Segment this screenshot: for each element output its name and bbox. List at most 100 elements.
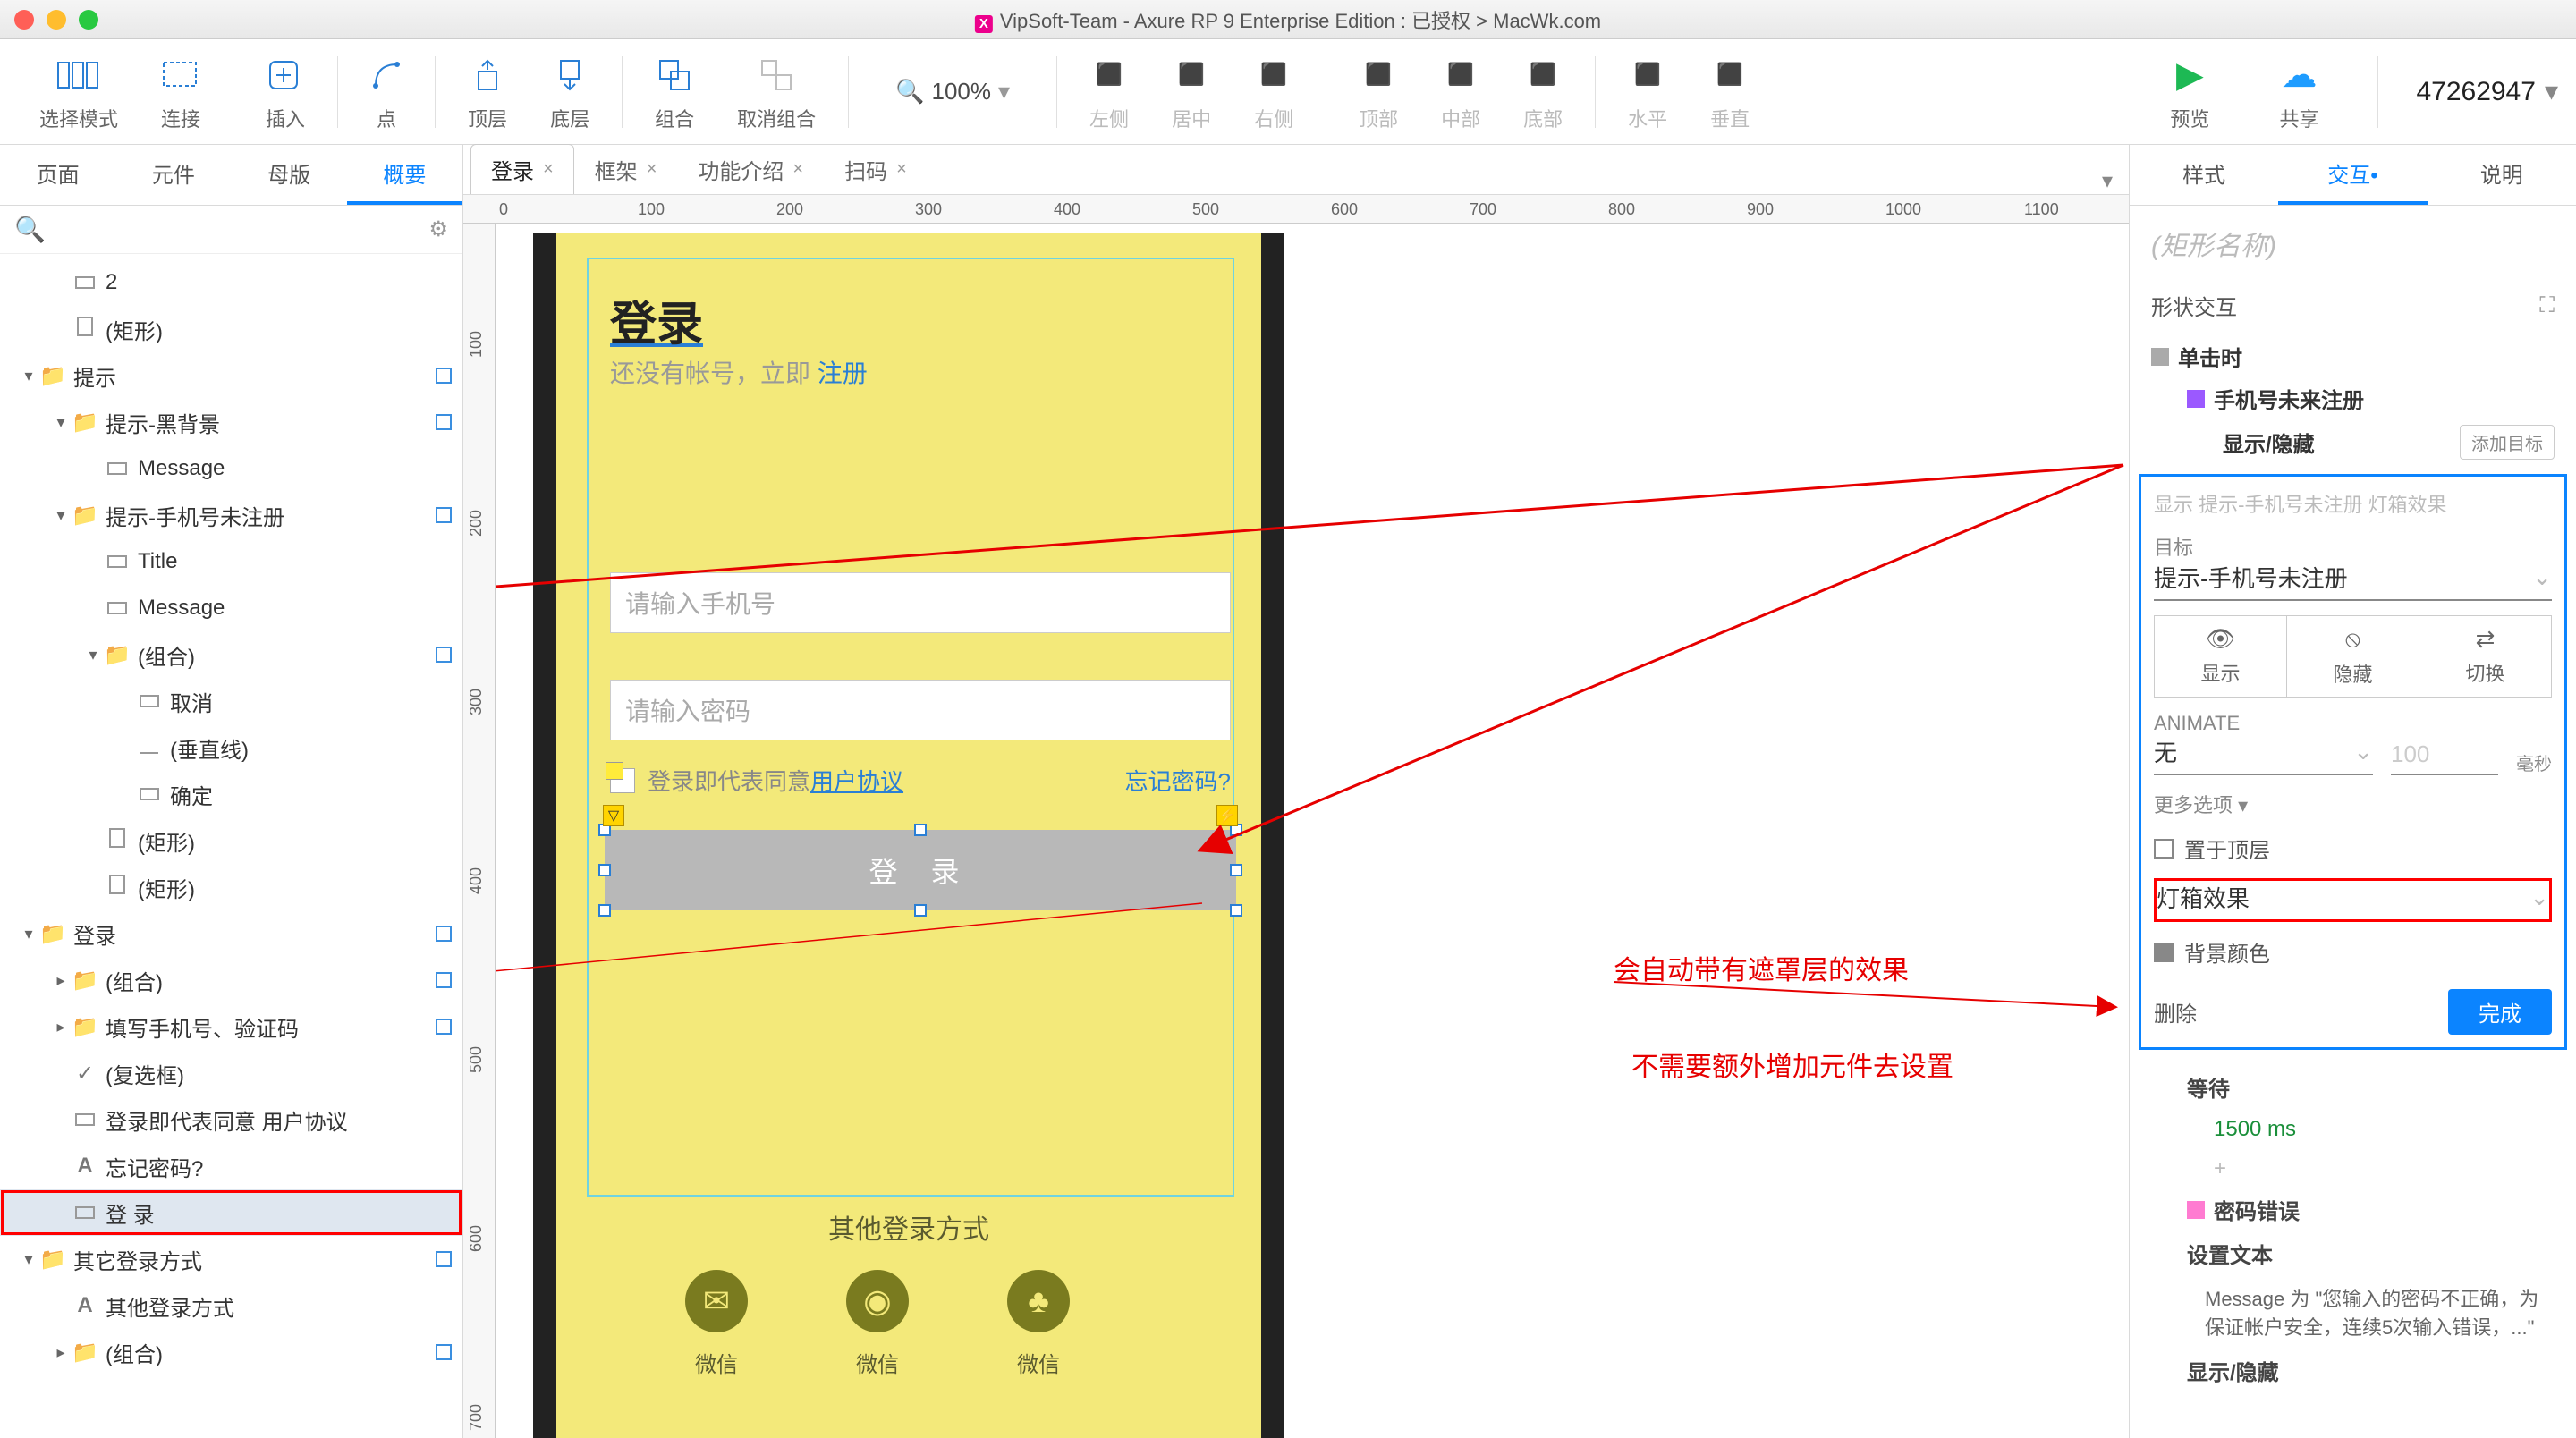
done-button[interactable]: 完成 (2448, 989, 2552, 1035)
close-tab-icon[interactable]: × (543, 159, 554, 180)
outline-node[interactable]: 2 (0, 259, 462, 306)
outline-node[interactable]: ▸📁填写手机号、验证码 (0, 1003, 462, 1050)
doc-tab[interactable]: 登录× (470, 144, 574, 194)
right-panel: 样式 交互• 说明 (矩形名称) 形状交互⛶ 单击时 手机号未来注册 显示/隐藏… (2129, 145, 2576, 1438)
outline-node[interactable]: ▾📁提示-黑背景 (0, 399, 462, 445)
outline-node[interactable]: ▾📁其它登录方式 (0, 1236, 462, 1282)
agree-checkbox[interactable] (610, 768, 635, 793)
event-onclick[interactable]: 单击时 (2151, 335, 2555, 377)
send-back-button[interactable]: 底层 (529, 43, 611, 141)
action-show-hide[interactable]: 显示/隐藏添加目标 (2151, 419, 2555, 465)
point-button[interactable]: 点 (349, 43, 424, 141)
outline-node[interactable]: 登 录 (0, 1189, 462, 1236)
share-button[interactable]: ☁共享 (2258, 43, 2340, 141)
tab-outline[interactable]: 概要 (347, 145, 462, 205)
close-tab-icon[interactable]: × (647, 159, 657, 180)
outline-node[interactable]: ▸📁(组合) (0, 957, 462, 1003)
tab-interactions[interactable]: 交互• (2278, 145, 2427, 205)
shape-name-field[interactable]: (矩形名称) (2130, 206, 2576, 281)
seg-show[interactable]: 👁显示 (2155, 616, 2286, 697)
tab-pages[interactable]: 页面 (0, 145, 115, 205)
tabs-overflow-icon[interactable]: ▾ (2102, 168, 2129, 194)
forgot-password-link[interactable]: 忘记密码? (1125, 764, 1231, 797)
user-menu[interactable]: 47262947▾ (2416, 76, 2558, 107)
login-button[interactable]: 登 录 (605, 830, 1236, 910)
visibility-segment[interactable]: 👁显示 ⦸隐藏 ⇄切换 (2154, 615, 2552, 698)
eye-icon: 👁 (2206, 625, 2235, 653)
outline-node[interactable]: ▾📁(组合) (0, 631, 462, 678)
insert-button[interactable]: 插入 (244, 43, 326, 141)
animate-select[interactable]: 无⌄ (2154, 735, 2373, 775)
outline-node[interactable]: (矩形) (0, 306, 462, 352)
minimize-window-icon[interactable] (47, 10, 66, 30)
outline-node[interactable]: 登录即代表同意 用户协议 (0, 1096, 462, 1143)
ungroup-button[interactable]: 取消组合 (716, 43, 837, 141)
user-agreement-link[interactable]: 用户协议 (810, 764, 903, 797)
note-marker-icon[interactable]: ▽ (603, 805, 624, 826)
outline-tree[interactable]: 2(矩形)▾📁提示▾📁提示-黑背景Message▾📁提示-手机号未注册Title… (0, 254, 462, 1438)
select-mode-button[interactable]: 选择模式 (18, 43, 140, 141)
close-tab-icon[interactable]: × (792, 159, 803, 180)
more-options-toggle[interactable]: 更多选项 ▾ (2154, 790, 2552, 818)
tab-notes[interactable]: 说明 (2428, 145, 2576, 205)
close-window-icon[interactable] (14, 10, 34, 30)
register-link[interactable]: 注册 (818, 360, 868, 387)
align-center-button: ⬛居中 (1150, 43, 1233, 141)
weibo-login[interactable]: ◉微信 (846, 1270, 909, 1378)
expand-icon[interactable]: ⛶ (2539, 293, 2555, 318)
outline-node[interactable]: (垂直线) (0, 724, 462, 771)
interaction-marker-icon[interactable]: ⚡ (1216, 805, 1238, 826)
phone-input[interactable]: 请输入手机号 (610, 572, 1231, 633)
case-phone-unregistered[interactable]: 手机号未来注册 (2151, 377, 2555, 419)
duration-input[interactable]: 100 (2391, 740, 2498, 775)
case-wrong-password[interactable]: 密码错误 (2151, 1188, 2555, 1231)
outline-node[interactable]: A忘记密码? (0, 1143, 462, 1189)
action-wait[interactable]: 等待 (2151, 1064, 2555, 1110)
filter-icon[interactable]: ⚙ (428, 216, 448, 242)
outline-node[interactable]: (矩形) (0, 864, 462, 910)
outline-node[interactable]: Title (0, 538, 462, 585)
background-color-check[interactable]: 背景颜色 (2154, 936, 2552, 968)
login-subtitle: 还没有帐号，立即 注册 (610, 354, 868, 390)
connect-button[interactable]: 连接 (140, 43, 222, 141)
seg-hide[interactable]: ⦸隐藏 (2286, 616, 2419, 697)
annotation-1: 会自动带有遮罩层的效果 (1614, 948, 1909, 987)
wechat-login[interactable]: ✉微信 (685, 1270, 748, 1378)
doc-tab[interactable]: 扫码× (824, 144, 928, 194)
doc-tab[interactable]: 框架× (574, 144, 678, 194)
outline-node[interactable]: (矩形) (0, 817, 462, 864)
action-show-hide-2[interactable]: 显示/隐藏 (2151, 1348, 2555, 1393)
seg-toggle[interactable]: ⇄切换 (2419, 616, 2551, 697)
close-tab-icon[interactable]: × (896, 159, 907, 180)
qq-login[interactable]: ♣微信 (1007, 1270, 1070, 1378)
delete-action-button[interactable]: 删除 (2154, 996, 2197, 1028)
outline-node[interactable]: ▾📁提示 (0, 352, 462, 399)
bring-front-button[interactable]: 顶层 (446, 43, 529, 141)
add-target-button[interactable]: 添加目标 (2460, 425, 2555, 460)
outline-node[interactable]: 取消 (0, 678, 462, 724)
login-button-selection[interactable]: 登 录 ▽ ⚡ (605, 830, 1236, 910)
outline-node[interactable]: A其他登录方式 (0, 1282, 462, 1329)
bring-to-front-check[interactable]: 置于顶层 (2154, 833, 2552, 864)
password-input[interactable]: 请输入密码 (610, 680, 1231, 740)
lightbox-effect-select[interactable]: 灯箱效果⌄ (2154, 878, 2552, 922)
tab-style[interactable]: 样式 (2130, 145, 2278, 205)
action-set-text[interactable]: 设置文本 (2151, 1231, 2555, 1276)
outline-node[interactable]: ▾📁登录 (0, 910, 462, 957)
doc-tab[interactable]: 功能介绍× (677, 144, 824, 194)
maximize-window-icon[interactable] (79, 10, 98, 30)
group-button[interactable]: 组合 (633, 43, 716, 141)
outline-node[interactable]: Message (0, 585, 462, 631)
outline-search[interactable]: 🔍⚙ (0, 206, 462, 254)
outline-node[interactable]: ▾📁提示-手机号未注册 (0, 492, 462, 538)
zoom-control[interactable]: 🔍100% ▾ (860, 78, 1046, 106)
outline-node[interactable]: ✓(复选框) (0, 1050, 462, 1096)
outline-node[interactable]: Message (0, 445, 462, 492)
outline-node[interactable]: 确定 (0, 771, 462, 817)
target-select[interactable]: 提示-手机号未注册⌄ (2154, 561, 2552, 601)
preview-button[interactable]: ▶预览 (2148, 43, 2231, 141)
outline-node[interactable]: ▸📁(组合) (0, 1329, 462, 1375)
login-title[interactable]: 登录 (610, 286, 703, 353)
tab-components[interactable]: 元件 (115, 145, 231, 205)
tab-masters[interactable]: 母版 (232, 145, 347, 205)
